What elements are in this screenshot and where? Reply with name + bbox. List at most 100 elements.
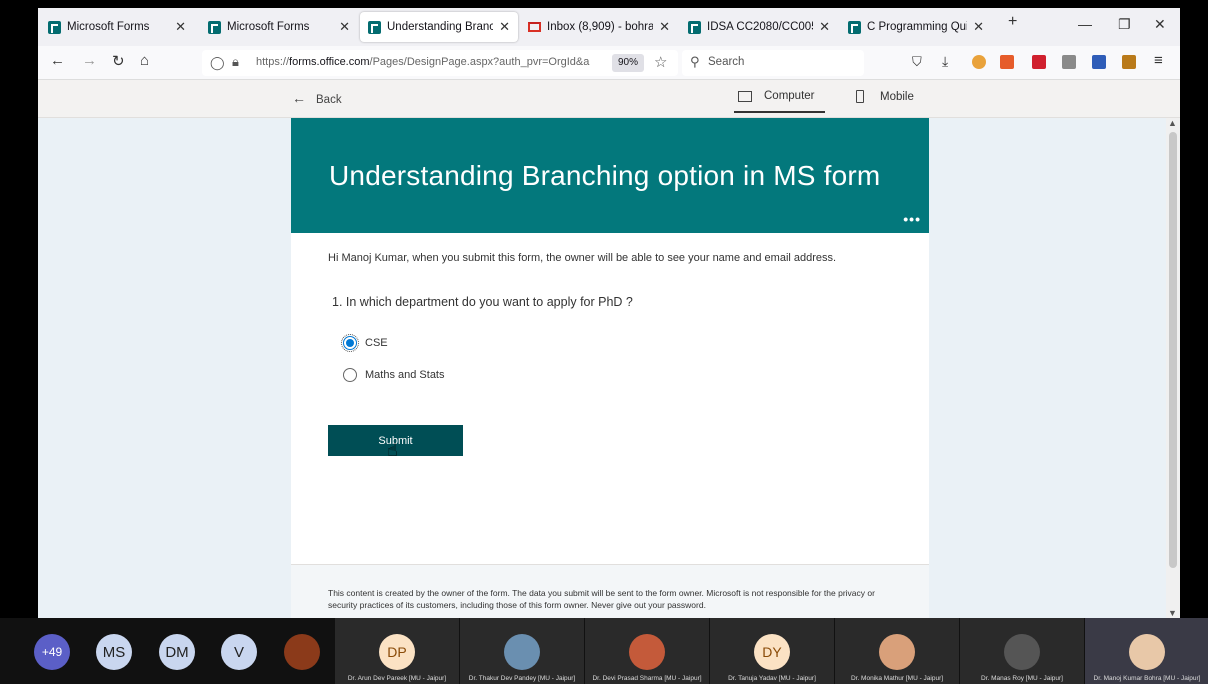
radio-cse[interactable] — [341, 334, 359, 352]
tab-label: Microsoft Forms — [67, 21, 150, 33]
download-icon[interactable]: ⤓ — [942, 53, 948, 70]
meeting-participants-strip: +49 MS DM V DP Dr. Arun Dev Pareek [MU -… — [0, 618, 1208, 684]
shield-icon[interactable]: ◯ — [210, 55, 225, 71]
back-arrow-icon[interactable]: ← — [50, 52, 65, 69]
participant-name: Dr. Manoj Kumar Bohra [MU - Jaipur] — [1093, 675, 1201, 682]
participant-photo-avatar — [879, 634, 915, 670]
reload-icon[interactable]: ↻ — [112, 52, 125, 70]
option-maths-and-stats[interactable]: Maths and Stats — [343, 368, 445, 382]
tab-idsa[interactable]: IDSA CC2080/CC0051 PO ✕ — [680, 12, 838, 42]
tab-label: Microsoft Forms — [227, 21, 310, 33]
footer-disclaimer: This content is created by the owner of … — [328, 588, 875, 610]
participant-name: Dr. Manas Roy [MU - Jaipur] — [981, 675, 1063, 682]
form-banner: Understanding Branching option in MS for… — [291, 118, 929, 233]
home-icon[interactable]: ⌂ — [140, 52, 149, 69]
participant-tile[interactable]: DP Dr. Arun Dev Pareek [MU - Jaipur] — [335, 618, 459, 684]
option-label: Maths and Stats — [365, 369, 445, 381]
participant-tile[interactable]: Dr. Monika Mathur [MU - Jaipur] — [835, 618, 959, 684]
screen: Microsoft Forms ✕ Microsoft Forms ✕ Unde… — [0, 0, 1208, 684]
forms-icon — [848, 20, 861, 34]
participant-tile[interactable]: Dr. Manoj Kumar Bohra [MU - Jaipur] — [1085, 618, 1208, 684]
tab-inbox[interactable]: Inbox (8,909) - bohra.ma ✕ — [520, 12, 678, 42]
mobile-view-tab[interactable]: Mobile — [856, 90, 914, 103]
back-button[interactable]: ← Back — [292, 90, 342, 106]
extension-icon[interactable] — [1032, 55, 1046, 69]
extension-icon[interactable] — [1000, 55, 1014, 69]
tab-microsoft-forms-1[interactable]: Microsoft Forms ✕ — [40, 12, 194, 42]
more-participants-badge[interactable]: +49 — [34, 634, 70, 670]
pocket-icon[interactable]: ⛉ — [912, 54, 922, 70]
bookmark-star-icon[interactable]: ☆ — [654, 53, 667, 71]
participant-tile[interactable]: DY Dr. Tanuja Yadav [MU - Jaipur] — [710, 618, 834, 684]
participant-name: Dr. Arun Dev Pareek [MU - Jaipur] — [347, 675, 447, 682]
window-close-icon[interactable]: ✕ — [1154, 16, 1166, 33]
navigation-bar: ← → ↻ ⌂ ◯ 🔒︎ https://forms.office.com/Pa… — [38, 46, 1180, 80]
participant-tile[interactable]: Dr. Thakur Dev Pandey [MU - Jaipur] — [460, 618, 584, 684]
radio-maths-and-stats[interactable] — [343, 368, 357, 382]
tab-label: C Programming Quiz- CS — [867, 21, 967, 33]
scroll-thumb[interactable] — [1169, 132, 1177, 568]
participant-name: Dr. Thakur Dev Pandey [MU - Jaipur] — [468, 675, 576, 682]
close-icon[interactable]: ✕ — [973, 19, 984, 35]
participant-avatar: DP — [379, 634, 415, 670]
forms-icon — [368, 20, 381, 34]
participant-name: Dr. Devi Prasad Sharma [MU - Jaipur] — [592, 675, 702, 682]
identity-notice: Hi Manoj Kumar, when you submit this for… — [328, 252, 837, 264]
participant-name: Dr. Tanuja Yadav [MU - Jaipur] — [728, 675, 816, 682]
scrollbar[interactable]: ▲ ▼ — [1166, 118, 1180, 618]
participant-tile[interactable]: Dr. Devi Prasad Sharma [MU - Jaipur] — [585, 618, 709, 684]
url-text[interactable]: https://forms.office.com/Pages/DesignPag… — [256, 56, 602, 68]
participant-photo-avatar — [629, 634, 665, 670]
tab-label: Understanding Branching — [387, 21, 494, 33]
menu-icon[interactable]: ≡ — [1154, 52, 1163, 69]
search-bar[interactable]: ⚲ Search — [682, 50, 864, 76]
lock-icon[interactable]: 🔒︎ — [232, 54, 239, 70]
close-icon[interactable]: ✕ — [819, 19, 830, 35]
forms-icon — [208, 20, 221, 34]
back-arrow-icon: ← — [292, 90, 306, 106]
close-icon[interactable]: ✕ — [659, 19, 670, 35]
close-icon[interactable]: ✕ — [339, 19, 350, 35]
forward-arrow-icon[interactable]: → — [82, 52, 97, 69]
form-title: Understanding Branching option in MS for… — [329, 160, 881, 191]
participant-avatar[interactable]: DM — [159, 634, 195, 670]
participant-photo-avatar[interactable] — [284, 634, 320, 670]
tab-strip: Microsoft Forms ✕ Microsoft Forms ✕ Unde… — [38, 8, 1180, 46]
extension-icon[interactable] — [1062, 55, 1076, 69]
more-options-icon[interactable]: ••• — [903, 211, 921, 227]
tab-label: Inbox (8,909) - bohra.ma — [547, 21, 654, 33]
participant-avatar: DY — [754, 634, 790, 670]
tab-microsoft-forms-2[interactable]: Microsoft Forms ✕ — [200, 12, 358, 42]
option-cse[interactable]: CSE — [341, 334, 388, 352]
zoom-level[interactable]: 90% — [612, 54, 645, 72]
forms-icon — [688, 20, 701, 34]
minimize-icon[interactable]: — — [1078, 16, 1092, 32]
tab-understanding-branching[interactable]: Understanding Branching ✕ — [360, 12, 518, 42]
hand-cursor-icon: ☝ — [387, 440, 398, 460]
participant-photo-avatar — [1004, 634, 1040, 670]
participant-photo-avatar — [1129, 634, 1165, 670]
restore-icon[interactable]: ❐ — [1118, 16, 1131, 33]
scroll-down-icon[interactable]: ▼ — [1168, 608, 1177, 618]
tab-c-programming-quiz[interactable]: C Programming Quiz- CS ✕ — [840, 12, 992, 42]
close-icon[interactable]: ✕ — [175, 19, 186, 35]
extension-icon[interactable] — [1122, 55, 1136, 69]
scroll-up-icon[interactable]: ▲ — [1168, 118, 1177, 128]
phone-icon — [856, 90, 864, 103]
participant-avatar[interactable]: MS — [96, 634, 132, 670]
new-tab-icon[interactable]: + — [1008, 13, 1017, 31]
account-icon[interactable] — [972, 55, 986, 69]
form-footer: This content is created by the owner of … — [291, 564, 929, 618]
url-bar[interactable]: ◯ 🔒︎ https://forms.office.com/Pages/Desi… — [202, 50, 678, 76]
computer-view-tab[interactable]: Computer — [734, 90, 824, 113]
extension-icon[interactable] — [1092, 55, 1106, 69]
form-card: Understanding Branching option in MS for… — [291, 118, 929, 618]
participant-name: Dr. Monika Mathur [MU - Jaipur] — [850, 675, 944, 682]
participant-tile[interactable]: Dr. Manas Roy [MU - Jaipur] — [960, 618, 1084, 684]
close-icon[interactable]: ✕ — [499, 19, 510, 35]
search-icon: ⚲ — [690, 54, 700, 69]
forms-preview-bar: ← Back Computer Mobile — [38, 80, 1180, 118]
monitor-icon — [738, 90, 752, 102]
participant-avatar[interactable]: V — [221, 634, 257, 670]
tab-label: IDSA CC2080/CC0051 PO — [707, 21, 813, 33]
